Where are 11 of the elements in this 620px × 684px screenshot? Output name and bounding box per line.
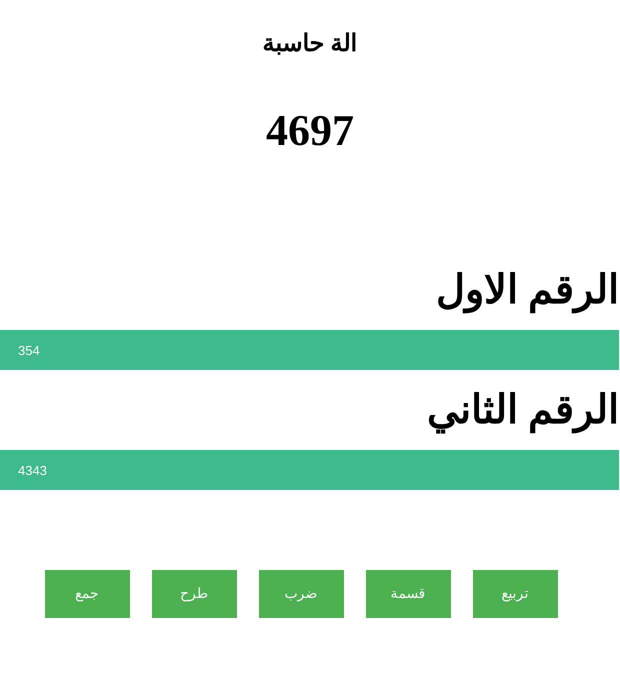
number-input-field[interactable]: 4343 <box>0 450 619 490</box>
result-value: 4697 <box>265 106 355 156</box>
number-input-field[interactable]: 354 <box>0 330 619 370</box>
calculator-title: الة حاسبة <box>262 30 358 59</box>
operation-button[interactable]: تربيع <box>472 570 558 618</box>
number-label: الرقم الثاني <box>426 386 619 434</box>
operation-button[interactable]: جمع <box>44 570 130 618</box>
operation-button[interactable]: ضرب <box>258 570 344 618</box>
operation-button[interactable]: قسمة <box>366 570 450 618</box>
number-label: الرقم الاول <box>435 266 619 314</box>
operation-button[interactable]: طرح <box>152 570 236 618</box>
